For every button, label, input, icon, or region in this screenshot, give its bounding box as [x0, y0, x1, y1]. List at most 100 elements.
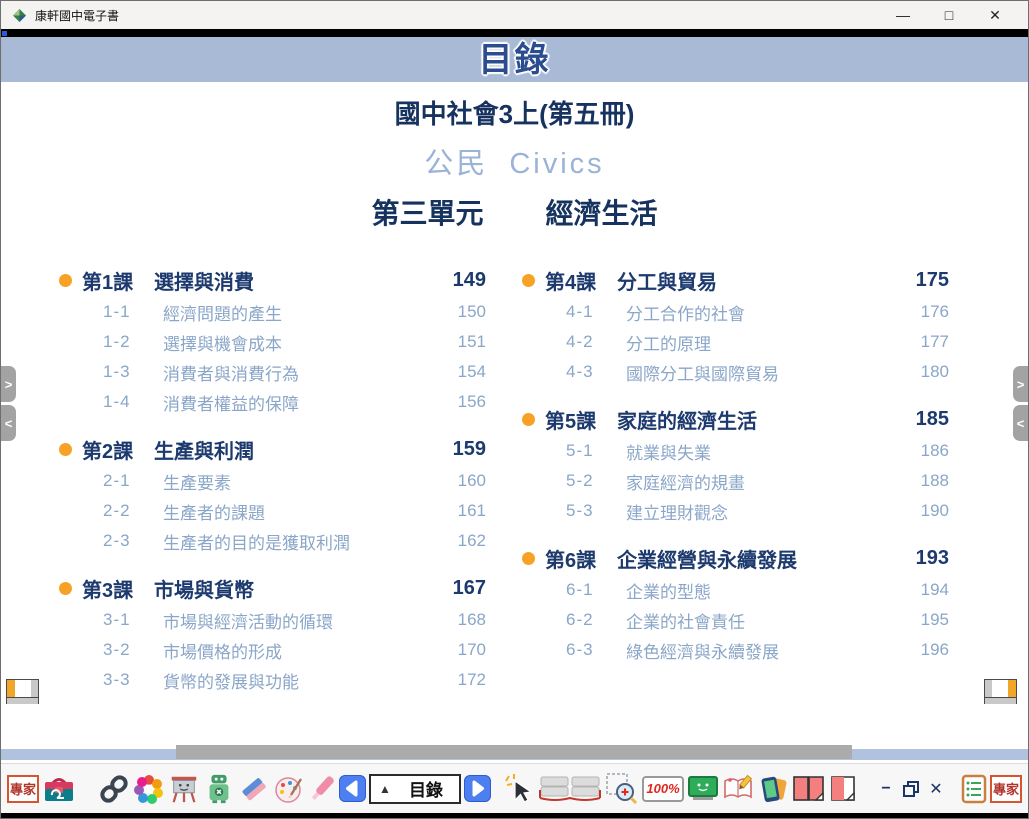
link-icon[interactable] — [98, 773, 130, 805]
toolbar-close-button[interactable]: ✕ — [925, 779, 947, 799]
section-number: 3-3 — [103, 670, 163, 690]
section-number: 1-1 — [103, 302, 163, 322]
section-title: 貨幣的發展與功能 — [163, 668, 434, 693]
left-next-page-button[interactable]: > — [1, 366, 16, 402]
whiteboard-easel-icon[interactable] — [168, 773, 200, 805]
next-page-button[interactable] — [464, 775, 491, 802]
section-page-number: 162 — [434, 531, 486, 551]
section-page-number: 150 — [434, 302, 486, 322]
toc-chapter-row[interactable]: 第6課企業經營與永續發展193 — [522, 542, 949, 575]
section-page-number: 161 — [434, 501, 486, 521]
chapter-title: 企業經營與永續發展 — [617, 544, 897, 573]
section-number: 4-2 — [566, 332, 626, 352]
chapter-title: 家庭的經濟生活 — [617, 405, 897, 434]
chapter-label: 第2課 — [82, 435, 154, 464]
expert-mode-button[interactable]: 專家 — [7, 775, 39, 803]
toc-section-row[interactable]: 4-3國際分工與國際貿易180 — [522, 357, 949, 387]
chapter-title: 生產與利潤 — [154, 435, 434, 464]
toolbar-restore-button[interactable] — [900, 778, 922, 800]
toc-section-row[interactable]: 5-3建立理財觀念190 — [522, 496, 949, 526]
chapter-page-number: 167 — [434, 577, 486, 600]
page-title-box[interactable]: ▲ 目錄 — [369, 774, 461, 804]
toc-section-row[interactable]: 6-1企業的型態194 — [522, 575, 949, 605]
zoom-level[interactable]: 100% — [642, 776, 684, 802]
toolbar-minimize-button[interactable]: − — [875, 780, 897, 798]
page-corner-right-icon[interactable] — [984, 679, 1017, 704]
right-next-page-button[interactable]: > — [1013, 366, 1028, 402]
toolbox-icon[interactable] — [42, 774, 76, 804]
section-page-number: 194 — [897, 580, 949, 600]
toc-section-row[interactable]: 1-2選擇與機會成本151 — [59, 327, 486, 357]
palette-icon[interactable] — [273, 773, 305, 805]
toc-chapter-row[interactable]: 第4課分工與貿易175 — [522, 264, 949, 297]
top-black-strip — [1, 29, 1028, 37]
page-corner-left-icon[interactable] — [6, 679, 39, 704]
robot-icon[interactable] — [203, 773, 235, 805]
notes-list-icon[interactable] — [961, 774, 987, 804]
eraser-icon[interactable] — [238, 773, 270, 805]
book-subject: 公民 Civics — [1, 140, 1028, 182]
toc-section-row[interactable]: 6-3綠色經濟與永續發展196 — [522, 635, 949, 665]
bullet-icon — [59, 274, 72, 287]
blue-dot — [2, 31, 7, 36]
section-number: 2-1 — [103, 471, 163, 491]
maximize-button[interactable]: □ — [926, 1, 972, 29]
mobile-device-icon[interactable] — [757, 773, 789, 805]
section-page-number: 188 — [897, 471, 949, 491]
cursor-icon[interactable] — [505, 773, 535, 805]
toc-section-row[interactable]: 1-4消費者權益的保障156 — [59, 387, 486, 417]
toc-chapter-row[interactable]: 第5課家庭的經濟生活185 — [522, 403, 949, 436]
horizontal-scrollbar[interactable] — [1, 749, 1028, 760]
toc-chapter-row[interactable]: 第2課生產與利潤159 — [59, 433, 486, 466]
section-page-number: 180 — [897, 362, 949, 382]
section-page-number: 190 — [897, 501, 949, 521]
bullet-icon — [59, 443, 72, 456]
expert-tools-button[interactable]: 專家 — [990, 775, 1022, 803]
section-title: 選擇與機會成本 — [163, 330, 434, 355]
close-button[interactable]: ✕ — [972, 1, 1018, 29]
zoom-area-icon[interactable] — [605, 772, 639, 806]
blackboard-icon[interactable] — [687, 774, 719, 804]
window-title: 康軒國中電子書 — [35, 7, 119, 24]
section-title: 國際分工與國際貿易 — [626, 360, 897, 385]
section-number: 4-3 — [566, 362, 626, 382]
toc-section-row[interactable]: 2-2生產者的課題161 — [59, 496, 486, 526]
section-title: 消費者與消費行為 — [163, 360, 434, 385]
workbook-icon[interactable] — [722, 774, 754, 804]
toc-section-row[interactable]: 1-3消費者與消費行為154 — [59, 357, 486, 387]
section-number: 1-3 — [103, 362, 163, 382]
toc-section-row[interactable]: 3-1市場與經濟活動的循環168 — [59, 605, 486, 635]
toc-section-row[interactable]: 5-2家庭經濟的規畫188 — [522, 466, 949, 496]
toc-section-row[interactable]: 5-1就業與失業186 — [522, 436, 949, 466]
chapter-title: 市場與貨幣 — [154, 574, 434, 603]
toc-chapter-row[interactable]: 第3課市場與貨幣167 — [59, 572, 486, 605]
toc-chapter-row[interactable]: 第1課選擇與消費149 — [59, 264, 486, 297]
flower-menu-icon[interactable] — [133, 773, 165, 805]
toc-section-row[interactable]: 6-2企業的社會責任195 — [522, 605, 949, 635]
right-prev-page-button[interactable]: < — [1013, 405, 1028, 441]
section-page-number: 186 — [897, 441, 949, 461]
app-logo-icon — [11, 7, 28, 24]
section-page-number: 160 — [434, 471, 486, 491]
toc-section-row[interactable]: 3-3貨幣的發展與功能172 — [59, 665, 486, 695]
toc-section-row[interactable]: 2-3生產者的目的是獲取利潤162 — [59, 526, 486, 556]
section-page-number: 172 — [434, 670, 486, 690]
page-spread-icon[interactable] — [538, 772, 602, 806]
page-title: 目錄 — [479, 41, 551, 79]
prev-page-button[interactable] — [339, 775, 366, 802]
highlighter-icon[interactable] — [308, 773, 336, 805]
chapter-title: 分工與貿易 — [617, 266, 897, 295]
minimize-button[interactable]: — — [880, 1, 926, 29]
section-number: 4-1 — [566, 302, 626, 322]
two-page-view-icon[interactable] — [792, 774, 826, 804]
scrollbar-thumb[interactable] — [176, 745, 852, 759]
toc-section-row[interactable]: 1-1經濟問題的產生150 — [59, 297, 486, 327]
toc-section-row[interactable]: 2-1生產要素160 — [59, 466, 486, 496]
section-title: 生產要素 — [163, 469, 434, 494]
toc-section-row[interactable]: 4-1分工合作的社會176 — [522, 297, 949, 327]
page-up-triangle-icon[interactable]: ▲ — [379, 782, 391, 796]
toc-section-row[interactable]: 3-2市場價格的形成170 — [59, 635, 486, 665]
left-prev-page-button[interactable]: < — [1, 405, 16, 441]
single-page-view-icon[interactable] — [829, 774, 857, 804]
toc-section-row[interactable]: 4-2分工的原理177 — [522, 327, 949, 357]
